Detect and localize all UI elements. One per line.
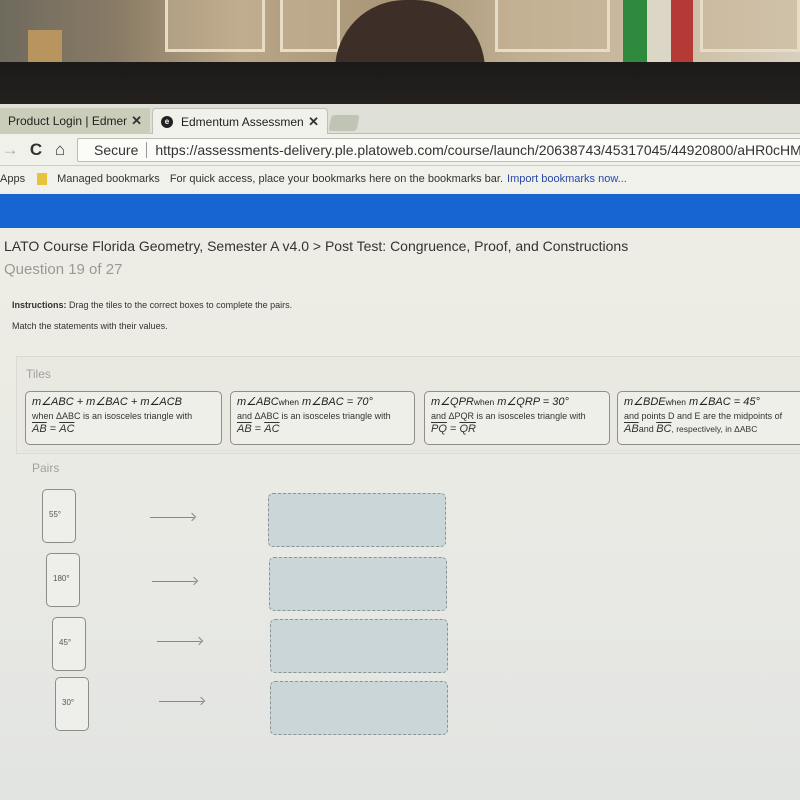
segment-label: AC — [264, 423, 280, 435]
flag-stripe — [623, 0, 647, 70]
segment-label: AB — [32, 423, 47, 435]
tab-strip: Product Login | Edmentu ✕ e Edmentum Ass… — [0, 104, 800, 134]
pairs-title: Pairs — [32, 461, 60, 475]
tab-label: Product Login | Edmentu — [8, 114, 128, 128]
match-prompt: Match the statements with their values. — [12, 321, 168, 331]
home-icon[interactable]: ⌂ — [50, 140, 70, 160]
managed-bookmarks-link[interactable]: Managed bookmarks — [57, 173, 160, 185]
folder-icon — [37, 173, 48, 185]
tab-label: Edmentum Assessments — [181, 114, 305, 129]
question-number: Question 19 of 27 — [4, 261, 123, 278]
instructions: Instructions: Drag the tiles to the corr… — [12, 300, 292, 310]
flag-stripe — [671, 0, 693, 70]
security-label: Secure — [94, 142, 148, 158]
tile-expression: m∠ABC + m∠BAC + m∠ACB — [32, 395, 215, 408]
segment-label: PQ — [431, 423, 447, 435]
reload-icon[interactable]: C — [26, 140, 46, 160]
pair-value-card: 45° — [52, 617, 86, 671]
tile-expr-main: m∠QPR — [431, 396, 474, 408]
tile-segments: ABand BC, respectively, in ΔABC — [624, 423, 800, 435]
arrow-icon — [152, 581, 196, 582]
tab-product-login[interactable]: Product Login | Edmentu ✕ — [0, 108, 150, 134]
tile-segments: AB = AC — [237, 423, 408, 435]
bookmarks-hint: For quick access, place your bookmarks h… — [169, 173, 504, 185]
tile-expr-tail: m∠BAC = 45° — [689, 396, 760, 408]
tile-expr-tail: m∠BAC = 70° — [302, 396, 373, 408]
tile-expr-tail: m∠QRP = 30° — [497, 396, 569, 408]
edmentum-favicon-icon: e — [161, 115, 173, 128]
draggable-tile[interactable]: m∠BDEwhen m∠BAC = 45° and points D and E… — [617, 391, 800, 445]
photo-scene: Product Login | Edmentu ✕ e Edmentum Ass… — [0, 0, 800, 800]
drop-target-box[interactable] — [270, 681, 448, 735]
tile-expr-when: when — [473, 397, 495, 407]
tile-expression: m∠QPRwhen m∠QRP = 30° — [431, 395, 603, 408]
tile-expr-when: when — [665, 397, 686, 407]
tile-expr-when: when — [278, 397, 299, 407]
new-tab-button[interactable] — [328, 115, 360, 131]
browser-toolbar: → C ⌂ Secure https://assessments-deliver… — [0, 134, 800, 166]
url-text[interactable]: https://assessments-delivery.ple.platowe… — [155, 142, 800, 158]
arrow-icon — [150, 517, 194, 518]
forward-icon[interactable]: → — [0, 140, 20, 160]
apps-link[interactable]: Apps — [0, 173, 25, 185]
monitor-bezel — [0, 62, 800, 106]
arrow-icon — [157, 641, 201, 642]
tile-expression: m∠ABCwhen m∠BAC = 70° — [237, 395, 408, 408]
segment-label: AB — [237, 423, 252, 435]
instructions-text: Drag the tiles to the correct boxes to c… — [69, 300, 293, 310]
background-window — [700, 0, 800, 52]
tile-expr-main: m∠ABC — [237, 396, 279, 408]
tile-expr-main: m∠BDE — [624, 396, 666, 408]
segment-label: AC — [59, 423, 75, 435]
segment-operator: = — [46, 423, 60, 435]
segment-operator: = — [251, 423, 265, 435]
drop-target-box[interactable] — [268, 493, 446, 547]
draggable-tile[interactable]: m∠ABC + m∠BAC + m∠ACB when ΔABC is an is… — [25, 391, 222, 445]
tile-expression: m∠BDEwhen m∠BAC = 45° — [624, 395, 800, 408]
background-window — [495, 0, 610, 52]
drop-target-box[interactable] — [269, 557, 447, 611]
tile-segments: AB = AC — [32, 423, 215, 435]
draggable-tile[interactable]: m∠ABCwhen m∠BAC = 70° and ΔABC is an iso… — [230, 391, 415, 445]
tile-condition: and ΔPQR is an isosceles triangle with — [431, 411, 586, 421]
background-window — [280, 0, 340, 52]
tab-edmentum-assessments[interactable]: e Edmentum Assessments ✕ — [152, 108, 328, 134]
tile-condition: and ΔABC is an isosceles triangle with — [237, 411, 391, 421]
address-bar[interactable]: Secure https://assessments-delivery.ple.… — [77, 138, 800, 162]
background-window — [165, 0, 265, 52]
segment-label: AB — [624, 423, 639, 435]
segment-label: QR — [459, 423, 476, 435]
tile-expr-main: m∠ABC + m∠BAC + m∠ACB — [32, 396, 182, 408]
background-room — [0, 0, 800, 70]
browser-window: Product Login | Edmentu ✕ e Edmentum Ass… — [0, 104, 800, 800]
close-icon[interactable]: ✕ — [308, 114, 319, 130]
arrow-icon — [159, 701, 203, 702]
assessment-page: LATO Course Florida Geometry, Semester A… — [0, 228, 800, 800]
import-bookmarks-link[interactable]: Import bookmarks now... — [507, 173, 627, 185]
segment-tail: , respectively, in ΔABC — [671, 424, 758, 434]
instructions-label: Instructions: — [12, 300, 67, 310]
pair-value-card: 180° — [46, 553, 80, 607]
segment-operator: and — [638, 424, 657, 434]
person-head — [335, 0, 485, 70]
background-object — [28, 30, 62, 62]
draggable-tile[interactable]: m∠QPRwhen m∠QRP = 30° and ΔPQR is an iso… — [424, 391, 610, 445]
drop-target-box[interactable] — [270, 619, 448, 673]
tile-condition: when ΔABC is an isosceles triangle with — [32, 411, 193, 421]
bookmarks-bar: Apps Managed bookmarks For quick access,… — [0, 166, 800, 192]
pair-value-card: 30° — [55, 677, 89, 731]
tiles-panel: Tiles m∠ABC + m∠BAC + m∠ACB when ΔABC is… — [16, 356, 800, 454]
breadcrumb: LATO Course Florida Geometry, Semester A… — [4, 238, 629, 254]
site-header-bar — [0, 194, 800, 228]
close-icon[interactable]: ✕ — [131, 113, 142, 129]
segment-label: BC — [656, 423, 672, 435]
segment-operator: = — [446, 423, 460, 435]
tiles-title: Tiles — [26, 367, 51, 381]
pair-value-card: 55° — [42, 489, 76, 543]
pairs-panel: Pairs 55° 180° 45° 30° — [22, 450, 800, 790]
tile-condition: and points D and E are the midpoints of — [624, 411, 783, 421]
tile-segments: PQ = QR — [431, 423, 603, 435]
flag-stripe — [647, 0, 671, 70]
